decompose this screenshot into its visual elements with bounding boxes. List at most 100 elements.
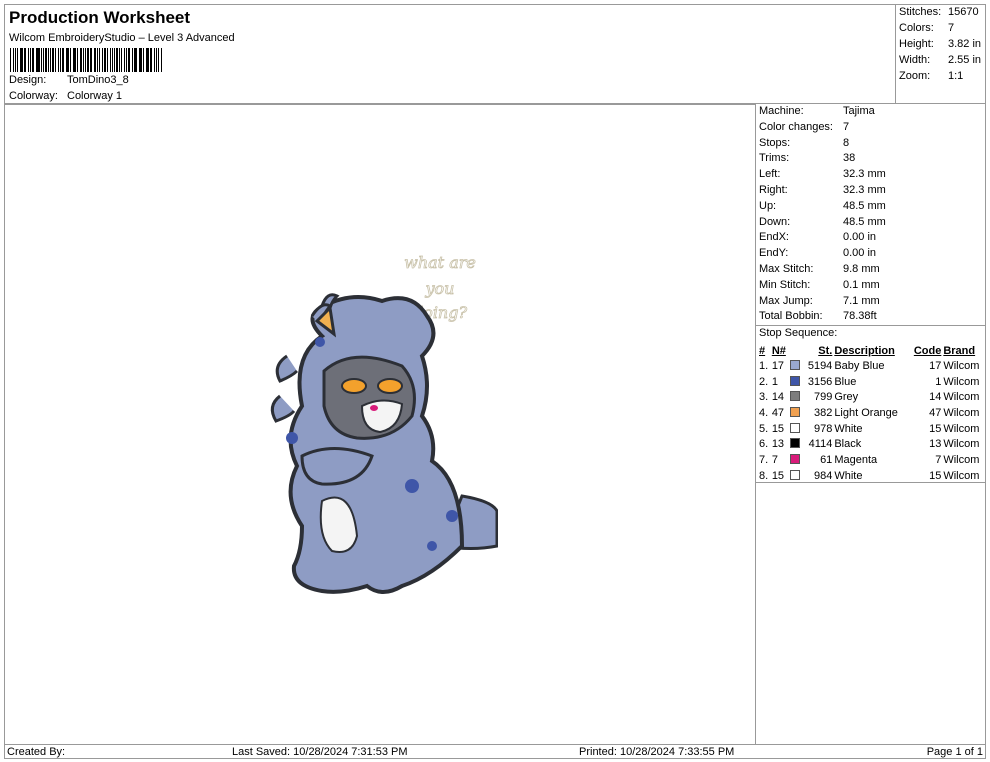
stop-row: 3. 14 799 Grey 14 Wilcom: [758, 389, 986, 405]
barcode-bar: [32, 48, 34, 72]
barcode-bar: [149, 48, 153, 72]
color-swatch: [790, 422, 801, 433]
info-label: Right:: [759, 184, 788, 196]
info-row: EndY: 0.00 in: [759, 247, 876, 259]
barcode-bar: [29, 48, 32, 72]
created-by: Created By:: [7, 746, 66, 758]
info-row: Max Stitch: 9.8 mm: [759, 263, 880, 275]
stitch-count: 984: [813, 469, 833, 482]
info-value: 32.3 mm: [843, 168, 886, 181]
barcode-bar: [106, 48, 108, 72]
barcode-bar: [145, 48, 147, 72]
stitch-count: 978: [813, 422, 833, 435]
info-label: Down:: [759, 215, 791, 228]
stop-row: 6. 13 4114 Black 13 Wilcom: [758, 436, 986, 452]
color-description: White: [834, 422, 863, 435]
color-description: Magenta: [834, 453, 878, 466]
col-swatch-header: [789, 343, 803, 358]
height-value: 3.82 in: [948, 38, 982, 50]
info-row: Machine: Tajima: [759, 105, 875, 117]
info-label: Trims:: [759, 152, 790, 165]
info-value: 0.1 mm: [843, 278, 880, 291]
barcode-bar: [52, 48, 54, 72]
col-brand-header: Brand: [943, 344, 976, 357]
info-label: Machine:: [759, 105, 804, 117]
color-description: Black: [834, 438, 862, 451]
color-description: Light Orange: [834, 406, 898, 419]
design-value: TomDino3_8: [67, 74, 129, 86]
info-value: 8: [843, 136, 850, 149]
barcode-bar: [35, 48, 37, 72]
info-label: Min Stitch:: [759, 278, 811, 291]
info-label: Color changes:: [759, 120, 833, 133]
dino-figure: [270, 293, 498, 594]
needle-number: 15: [771, 422, 785, 435]
color-swatch: [790, 375, 801, 386]
info-value: Tajima: [843, 105, 875, 117]
color-swatch-cell: [789, 358, 803, 374]
info-value: 7.1 mm: [843, 294, 880, 307]
barcode-bar: [124, 48, 125, 72]
stop-index: 4.: [759, 406, 769, 419]
stats-box: Stitches: 15670 Colors: 7 Height: 3.82 in W…: [895, 4, 986, 104]
info-label: Up:: [759, 199, 777, 212]
colors-label: Colors:: [899, 22, 934, 34]
barcode-bar: [103, 48, 106, 72]
worksheet-footer: Created By: Last Saved: 10/28/2024 7:31:…: [4, 744, 986, 759]
info-row: Color changes: 7: [759, 121, 849, 133]
barcode-bar: [10, 48, 12, 72]
barcode-bar: [116, 48, 118, 72]
info-value: 38: [843, 152, 856, 165]
barcode-bar: [72, 48, 74, 72]
color-code: 13: [929, 438, 942, 451]
color-code: 15: [929, 422, 942, 435]
stop-row: 5. 15 978 White 15 Wilcom: [758, 421, 986, 437]
barcode-bar: [43, 48, 45, 72]
stitches-row: Stitches: 15670: [899, 6, 979, 18]
embroidery-design-preview: what are you doing?: [270, 253, 498, 594]
color-swatch-cell: [789, 436, 803, 452]
machine-info-panel: Machine: Tajima Color changes: 7 Stops: 8 Trim…: [756, 104, 986, 332]
barcode-bar: [28, 48, 29, 72]
caption-line-1: what are: [404, 253, 476, 272]
info-label: Left:: [759, 168, 781, 181]
needle-number: 13: [771, 438, 785, 451]
needle-number: 14: [771, 391, 785, 404]
barcode-bar: [23, 48, 25, 72]
barcode-bar: [154, 48, 155, 72]
color-swatch-cell: [789, 389, 803, 405]
stitches-value: 15670: [948, 6, 979, 18]
color-code: 1: [935, 375, 942, 388]
barcode-bar: [138, 48, 140, 72]
design-label: Design:: [9, 74, 47, 86]
barcode-bar: [142, 48, 144, 72]
info-row: Right: 32.3 mm: [759, 184, 886, 196]
thread-brand: Wilcom: [943, 391, 980, 404]
barcode-bar: [79, 48, 82, 72]
barcode-bar: [118, 48, 120, 72]
thread-brand: Wilcom: [943, 406, 980, 419]
barcode-bar: [89, 48, 91, 72]
info-value: 7: [843, 120, 850, 133]
barcode-bar: [155, 48, 157, 72]
zoom-row: Zoom: 1:1: [899, 70, 963, 82]
barcode-bar: [120, 48, 123, 72]
barcode-bar: [140, 48, 142, 72]
colorway-value: Colorway 1: [67, 90, 123, 102]
color-swatch-cell: [789, 421, 803, 437]
barcode-bar: [91, 48, 93, 72]
page-title: Production Worksheet: [9, 8, 191, 27]
color-swatch: [790, 359, 801, 370]
page-number: Page 1 of 1: [926, 746, 983, 758]
info-label: EndY:: [759, 247, 789, 260]
info-row: Up: 48.5 mm: [759, 200, 886, 212]
color-description: White: [834, 469, 863, 482]
barcode-bar: [13, 48, 15, 72]
barcode-bar: [99, 48, 100, 72]
stitch-count: 799: [813, 391, 833, 404]
needle-number: 15: [771, 469, 785, 482]
info-value: 9.8 mm: [843, 263, 880, 275]
thread-brand: Wilcom: [943, 375, 980, 388]
color-swatch: [790, 469, 801, 480]
color-description: Grey: [834, 391, 859, 404]
